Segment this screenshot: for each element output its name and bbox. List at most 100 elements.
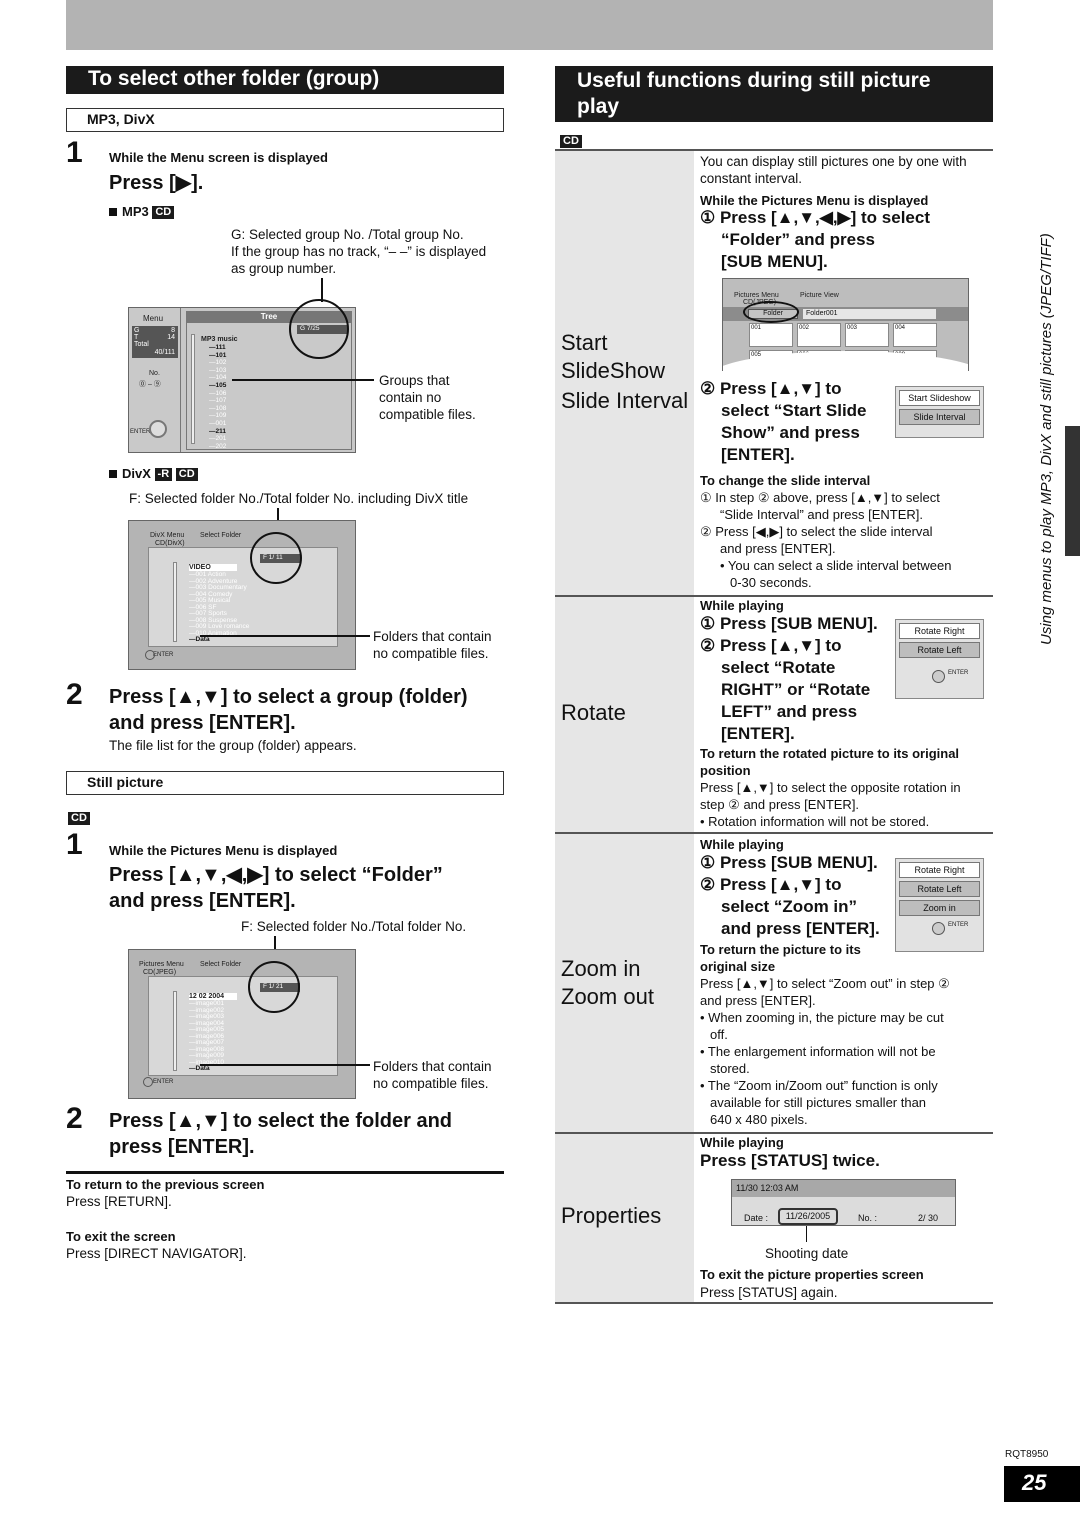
- notes-heading: position: [700, 763, 751, 778]
- folder-item[interactable]: —001: [209, 420, 226, 428]
- step-context: While the Pictures Menu is displayed: [109, 843, 338, 858]
- folder-item[interactable]: —211: [209, 428, 226, 436]
- enter-label: ENTER: [130, 429, 151, 435]
- notes-heading: To change the slide interval: [700, 473, 871, 488]
- rotate-steps: ① Press [SUB MENU]. ② Press [▲,▼] to sel…: [700, 613, 878, 745]
- step-note: The file list for the group (folder) app…: [109, 738, 357, 753]
- note-line: stored.: [710, 1061, 750, 1076]
- menu-item-start-slideshow[interactable]: Start Slideshow: [899, 390, 980, 406]
- rotate-notes: To return the rotated picture to its ori…: [700, 745, 961, 830]
- divider: [66, 1171, 504, 1174]
- folder-item[interactable]: —104: [209, 374, 226, 382]
- slideshow-step1: ① Press [▲,▼,◀,▶] to select “Folder” and…: [700, 207, 930, 273]
- number-label: No. :: [858, 1213, 878, 1223]
- divx-text: DivX: [122, 466, 151, 481]
- menu-item-zoom-in[interactable]: Zoom in: [899, 900, 980, 916]
- folder-item[interactable]: —Data: [189, 1065, 224, 1073]
- action-line: press [ENTER].: [109, 1136, 255, 1158]
- folder-panel: F 1/ 11 VIDEO —001 Action —002 Adventure —…: [148, 547, 338, 647]
- folder-item[interactable]: —107: [209, 397, 226, 405]
- picture-thumbnail[interactable]: 002: [797, 323, 841, 347]
- slideshow-labels: Start SlideShow Slide Interval: [561, 329, 688, 415]
- folder-scrollbar[interactable]: [173, 562, 177, 642]
- folder-item[interactable]: —108: [209, 405, 226, 413]
- folder-item[interactable]: —103: [209, 367, 226, 375]
- folder-item[interactable]: —201: [209, 435, 226, 443]
- action-line: and press [ENTER].: [109, 890, 296, 912]
- folder-item[interactable]: —202: [209, 443, 226, 451]
- properties-action: Press [STATUS] twice.: [700, 1151, 880, 1170]
- section-title-select-folder: To select other folder (group): [66, 66, 504, 94]
- step-number: 2: [66, 678, 83, 711]
- menu-item-rotate-left[interactable]: Rotate Left: [899, 881, 980, 897]
- note-line: Press [▲,▼] to select the opposite rotat…: [700, 780, 961, 795]
- exit-text: Press [DIRECT NAVIGATOR].: [66, 1246, 247, 1261]
- side-chapter-label: Using menus to play MP3, DivX and still …: [1038, 233, 1055, 645]
- folder-item[interactable]: —105: [209, 382, 226, 390]
- cd-badge: CD: [68, 812, 90, 826]
- title-line: play: [577, 95, 620, 118]
- menu-item-slide-interval[interactable]: Slide Interval: [899, 409, 980, 425]
- enter-label: ENTER: [153, 1079, 174, 1085]
- picture-thumbnail[interactable]: 004: [893, 323, 937, 347]
- step-line: ② Press [▲,▼] to: [700, 636, 842, 655]
- enter-dial-icon: [149, 420, 167, 438]
- step-line: ① Press [SUB MENU].: [700, 853, 878, 872]
- folder-item[interactable]: —101: [209, 352, 226, 360]
- enter-dial-icon: [143, 1077, 153, 1087]
- folder-list: —001 Action —002 Adventure —003 Documentar…: [189, 571, 249, 644]
- note-line: 0-30 seconds.: [730, 575, 812, 590]
- g-row: G: [134, 327, 140, 334]
- step-line: ② Press [▲,▼] to: [700, 875, 842, 894]
- picture-thumbnail[interactable]: 003: [845, 323, 889, 347]
- callout-line-text: Groups that: [379, 373, 450, 388]
- folder-item[interactable]: —109: [209, 412, 226, 420]
- notes-heading: To return the rotated picture to its ori…: [700, 746, 960, 761]
- screen-view-title: Picture View: [800, 292, 839, 299]
- step-action: Press [▶].: [109, 172, 204, 194]
- callout-line-text: compatible files.: [379, 407, 476, 422]
- menu-item-rotate-left[interactable]: Rotate Left: [899, 642, 980, 658]
- note-line: ① In step ② above, press [▲,▼] to select: [700, 490, 940, 505]
- no-range: ⓪ – ⑨: [139, 381, 161, 388]
- picture-thumbnail[interactable]: 001: [749, 323, 793, 347]
- tree-scrollbar[interactable]: [191, 334, 195, 444]
- intro-line: constant interval.: [700, 171, 803, 186]
- note-line: • The “Zoom in/Zoom out” function is onl…: [700, 1078, 938, 1093]
- g-val: 8: [171, 327, 175, 334]
- g-desc-line: as group number.: [231, 261, 337, 276]
- change-interval-notes: To change the slide interval ① In step ②…: [700, 472, 951, 591]
- step-line: LEFT” and press: [721, 702, 858, 721]
- highlight-circle: [248, 961, 300, 1013]
- f-description: F: Selected folder No./Total folder No. …: [129, 491, 469, 506]
- menu-item-rotate-right[interactable]: Rotate Right: [899, 862, 980, 878]
- screen-time: 11/30 12:03 AM: [732, 1180, 955, 1197]
- step-line: ① Press [SUB MENU].: [700, 614, 878, 633]
- step-action: Press [▲,▼] to select a group (folder) a…: [109, 684, 468, 736]
- folder-item[interactable]: —106: [209, 390, 226, 398]
- folders-callout: Folders that contain no compatible files…: [373, 628, 492, 662]
- menu-item-rotate-right[interactable]: Rotate Right: [899, 623, 980, 639]
- folder-item[interactable]: —111: [209, 344, 226, 352]
- step-context: While the Pictures Menu is displayed: [700, 193, 929, 208]
- date-value: 11/26/2005: [778, 1208, 838, 1225]
- folder-item[interactable]: —Data: [189, 636, 249, 644]
- jpeg-menu-screen: Pictures Menu Select Folder CD(JPEG) F 1…: [128, 949, 356, 1099]
- step-line: [SUB MENU].: [721, 252, 828, 271]
- folder-item[interactable]: —102: [209, 359, 226, 367]
- enter-dial-icon: [932, 922, 945, 935]
- step-context: While the Menu screen is displayed: [109, 150, 328, 165]
- cd-badge: CD: [175, 468, 198, 482]
- notes-heading: To return the picture to its: [700, 942, 861, 957]
- step-line: “Folder” and press: [721, 230, 875, 249]
- properties-screen: 11/30 12:03 AM Date : 11/26/2005 No. : 2…: [731, 1179, 956, 1226]
- callout-line-text: contain no: [379, 390, 442, 405]
- step-line: select “Start Slide: [721, 401, 867, 420]
- callout-line-text: Folders that contain: [373, 629, 492, 644]
- folder-scrollbar[interactable]: [173, 991, 177, 1071]
- date-label: Date :: [744, 1213, 769, 1223]
- picture-view-screen: Pictures Menu Picture View CD(JPEG) Fold…: [722, 278, 969, 371]
- enter-label: ENTER: [948, 922, 969, 928]
- function-label: Start: [561, 330, 608, 355]
- function-label: Properties: [561, 1203, 662, 1228]
